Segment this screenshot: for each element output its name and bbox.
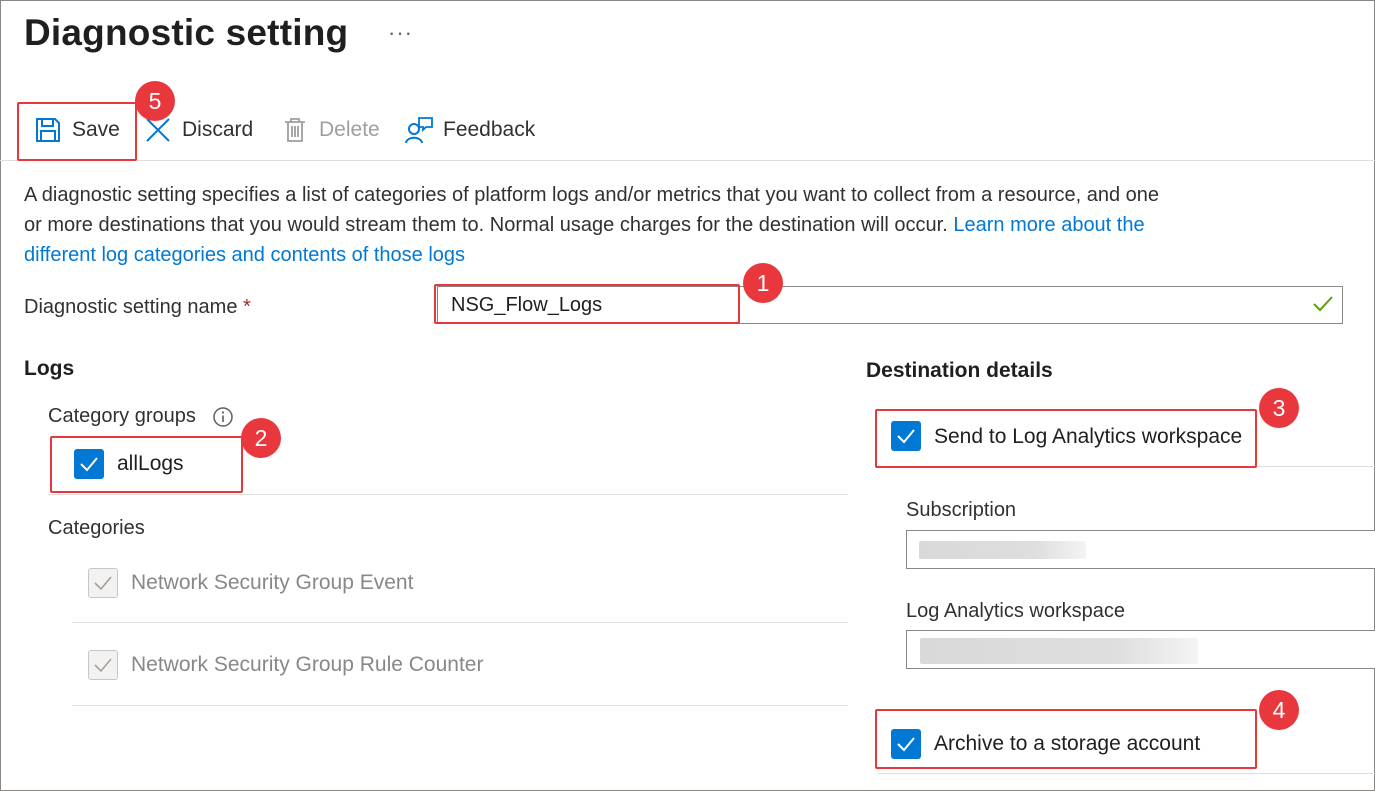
highlight-archive	[875, 709, 1257, 769]
description: A diagnostic setting specifies a list of…	[24, 180, 1164, 270]
callout-badge-3: 3	[1259, 388, 1299, 428]
redacted-value	[919, 541, 1086, 559]
highlight-name	[434, 284, 740, 324]
feedback-button[interactable]: Feedback	[405, 116, 535, 144]
divider	[72, 622, 848, 623]
divider	[878, 773, 1375, 774]
highlight-alllogs	[50, 436, 243, 493]
callout-badge-2: 2	[241, 418, 281, 458]
checkmark-icon	[94, 576, 112, 591]
categories-label: Categories	[48, 517, 145, 539]
info-icon[interactable]	[212, 406, 234, 428]
highlight-log-analytics	[875, 409, 1257, 468]
trash-icon	[285, 118, 305, 142]
toolbar-divider	[0, 160, 1375, 161]
setting-name-label: Diagnostic setting name *	[24, 296, 251, 318]
discard-label: Discard	[182, 118, 254, 141]
workspace-label: Log Analytics workspace	[906, 600, 1126, 622]
logs-heading: Logs	[24, 357, 75, 380]
divider	[48, 494, 848, 495]
highlight-save	[17, 102, 137, 161]
delete-label: Delete	[319, 118, 380, 141]
callout-badge-5: 5	[135, 81, 175, 121]
feedback-label: Feedback	[443, 118, 536, 141]
required-marker: *	[243, 296, 251, 318]
category-checkbox-nsg-rule-counter[interactable]	[88, 650, 118, 680]
valid-check-icon	[1313, 296, 1333, 312]
checkmark-icon	[94, 658, 112, 673]
callout-badge-1: 1	[743, 263, 783, 303]
feedback-icon	[405, 117, 433, 144]
category-label-nsg-event: Network Security Group Event	[131, 571, 414, 594]
callout-badge-4: 4	[1259, 690, 1299, 730]
destination-heading: Destination details	[866, 359, 1053, 382]
divider	[72, 705, 848, 706]
delete-button[interactable]: Delete	[281, 116, 380, 144]
redacted-value	[920, 638, 1198, 664]
category-label-nsg-rule-counter: Network Security Group Rule Counter	[131, 653, 484, 676]
category-checkbox-nsg-event[interactable]	[88, 568, 118, 598]
page-title: Diagnostic setting	[24, 12, 349, 53]
subscription-label: Subscription	[906, 499, 1017, 521]
more-options-button[interactable]: ···	[388, 20, 413, 46]
category-groups-label: Category groups	[48, 405, 196, 427]
